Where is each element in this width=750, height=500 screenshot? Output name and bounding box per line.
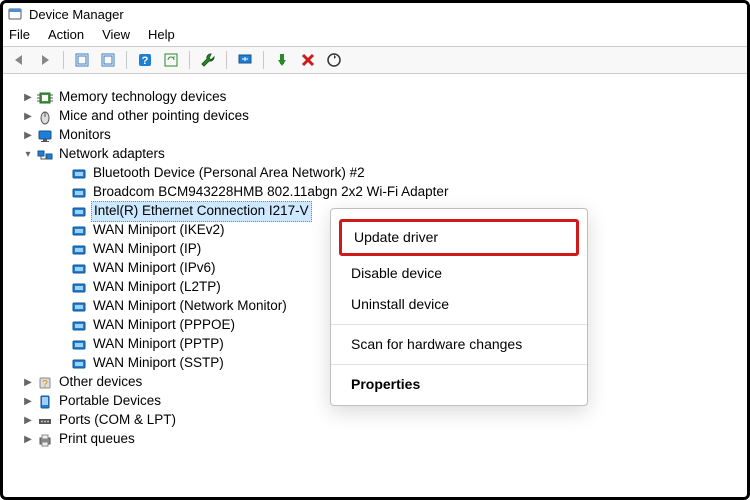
adapter-icon <box>71 166 87 182</box>
tree-item-network-adapters[interactable]: ▾Network adapters <box>21 145 739 164</box>
adapter-icon <box>71 280 87 296</box>
menu-action[interactable]: Action <box>48 27 84 42</box>
show-hidden-icon <box>74 52 90 68</box>
help-icon <box>137 52 153 68</box>
enable-device-icon <box>274 52 290 68</box>
context-menu: Update driver Disable device Uninstall d… <box>330 208 588 406</box>
adapter-icon <box>71 337 87 353</box>
adapter-icon <box>71 185 87 201</box>
adapter-icon <box>71 356 87 372</box>
back-arrow-icon <box>11 52 27 68</box>
device-tree[interactable]: ▶Memory technology devices ▶Mice and oth… <box>3 74 747 490</box>
toolbar-separator <box>226 51 227 69</box>
tree-item-monitors[interactable]: ▶Monitors <box>21 126 739 145</box>
menu-file[interactable]: File <box>9 27 30 42</box>
scan-hardware-icon <box>163 52 179 68</box>
adapter-icon <box>71 204 87 220</box>
add-legacy-button[interactable] <box>198 50 218 70</box>
network-icon <box>37 147 53 163</box>
tree-item-ports[interactable]: ▶Ports (COM & LPT) <box>21 411 739 430</box>
enable-button[interactable] <box>272 50 292 70</box>
menu-separator <box>331 364 587 365</box>
show-hidden-button[interactable] <box>72 50 92 70</box>
monitor-icon <box>37 128 53 144</box>
menu-item-scan-hardware[interactable]: Scan for hardware changes <box>331 329 587 360</box>
tree-item-memory[interactable]: ▶Memory technology devices <box>21 88 739 107</box>
remote-icon <box>237 52 253 68</box>
remove-device-icon <box>300 52 316 68</box>
toolbar-separator <box>189 51 190 69</box>
forward-button[interactable] <box>35 50 55 70</box>
titlebar: Device Manager <box>3 3 747 24</box>
add-legacy-icon <box>200 52 216 68</box>
toolbar-separator <box>63 51 64 69</box>
remote-button[interactable] <box>235 50 255 70</box>
properties-button[interactable] <box>98 50 118 70</box>
unknown-icon <box>37 375 53 391</box>
adapter-icon <box>71 261 87 277</box>
chevron-right-icon[interactable]: ▶ <box>21 110 35 124</box>
adapter-icon <box>71 223 87 239</box>
portable-icon <box>37 394 53 410</box>
scan-button[interactable] <box>161 50 181 70</box>
remove-button[interactable] <box>298 50 318 70</box>
device-manager-window: Device Manager File Action View Help ▶Me… <box>0 0 750 500</box>
adapter-icon <box>71 318 87 334</box>
app-icon <box>7 6 23 22</box>
menu-item-properties[interactable]: Properties <box>331 369 587 400</box>
back-button[interactable] <box>9 50 29 70</box>
tree-item-broadcom[interactable]: Broadcom BCM943228HMB 802.11abgn 2x2 Wi-… <box>21 183 739 202</box>
menu-item-update-driver[interactable]: Update driver <box>339 219 579 256</box>
chevron-right-icon[interactable]: ▶ <box>21 376 35 390</box>
tree-item-mice[interactable]: ▶Mice and other pointing devices <box>21 107 739 126</box>
window-title: Device Manager <box>29 7 124 22</box>
adapter-icon <box>71 299 87 315</box>
menu-view[interactable]: View <box>102 27 130 42</box>
refresh-icon <box>326 52 342 68</box>
chip-icon <box>37 90 53 106</box>
chevron-right-icon[interactable]: ▶ <box>21 395 35 409</box>
printer-icon <box>37 432 53 448</box>
properties-icon <box>100 52 116 68</box>
menubar: File Action View Help <box>3 24 747 46</box>
chevron-right-icon[interactable]: ▶ <box>21 433 35 447</box>
toolbar-separator <box>263 51 264 69</box>
menu-separator <box>331 324 587 325</box>
forward-arrow-icon <box>37 52 53 68</box>
menu-item-disable-device[interactable]: Disable device <box>331 258 587 289</box>
toolbar <box>3 46 747 74</box>
chevron-right-icon[interactable]: ▶ <box>21 414 35 428</box>
adapter-icon <box>71 242 87 258</box>
chevron-down-icon[interactable]: ▾ <box>21 148 35 162</box>
mouse-icon <box>37 109 53 125</box>
help-button[interactable] <box>135 50 155 70</box>
toolbar-separator <box>126 51 127 69</box>
port-icon <box>37 413 53 429</box>
chevron-right-icon[interactable]: ▶ <box>21 129 35 143</box>
refresh-button[interactable] <box>324 50 344 70</box>
tree-item-bluetooth[interactable]: Bluetooth Device (Personal Area Network)… <box>21 164 739 183</box>
chevron-right-icon[interactable]: ▶ <box>21 91 35 105</box>
menu-help[interactable]: Help <box>148 27 175 42</box>
menu-item-uninstall-device[interactable]: Uninstall device <box>331 289 587 320</box>
tree-item-print[interactable]: ▶Print queues <box>21 430 739 449</box>
